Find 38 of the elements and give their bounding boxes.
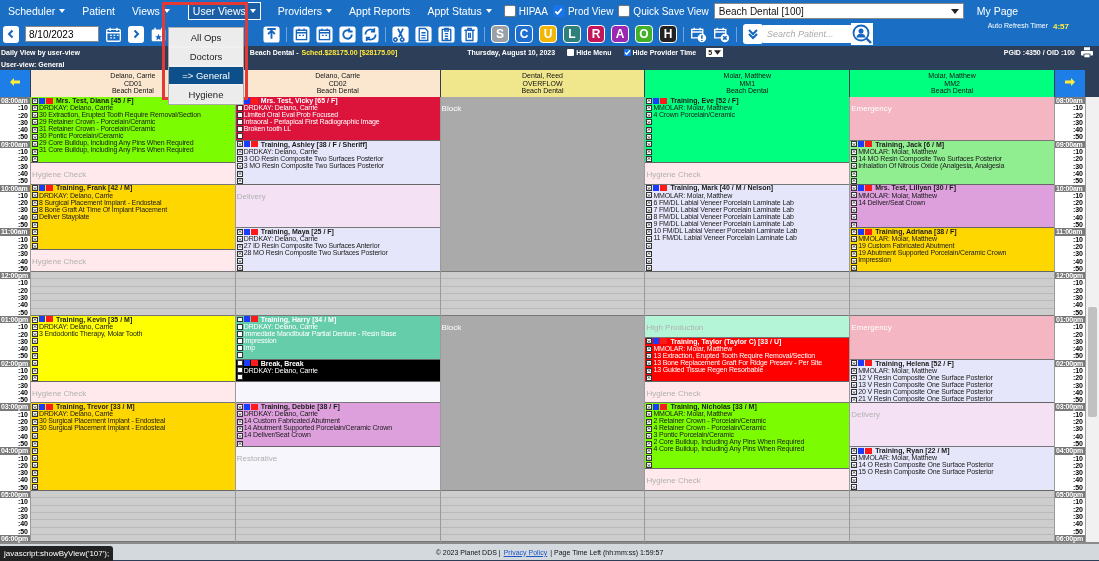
menu-item[interactable]: All Ops xyxy=(169,29,243,46)
block-label: Delivery xyxy=(850,410,881,420)
block-label: Hygiene Check xyxy=(645,169,701,179)
block-label: Block xyxy=(440,322,462,332)
status-tooltip: javascript:showByView('107'); xyxy=(0,546,114,561)
block-label: Hygiene Check xyxy=(31,388,87,398)
block-label: Delivery xyxy=(235,191,266,201)
block-label: Hygiene Check xyxy=(31,257,87,267)
filter-letter-button[interactable]: R xyxy=(587,25,605,43)
checkbox-label: Prod View xyxy=(567,5,614,17)
menu-item[interactable]: Doctors xyxy=(169,48,243,65)
checkbox-label: HIPAA xyxy=(518,5,548,17)
block-label: Block xyxy=(440,104,462,113)
nav-menu-item[interactable]: Views xyxy=(127,2,175,20)
nav-menu-item[interactable]: Appt Reports xyxy=(344,2,416,20)
filter-letter-button[interactable]: L xyxy=(563,25,581,43)
office-select[interactable]: Beach Dental [100] xyxy=(713,3,964,19)
block-label: High Production xyxy=(645,322,704,332)
date-field[interactable]: 8/10/2023 xyxy=(25,26,99,42)
block-label: Restorative xyxy=(235,454,278,464)
search-field[interactable]: Search Patient... xyxy=(763,25,851,43)
my-page-link[interactable]: My Page xyxy=(971,2,1024,20)
filter-letter-button[interactable]: A xyxy=(611,25,629,43)
checkbox-label: Quick Save View xyxy=(633,5,709,17)
block-label: Emergency xyxy=(850,322,892,332)
block-label: Emergency xyxy=(850,104,892,113)
nav-menu-item[interactable]: Providers xyxy=(272,2,338,20)
block-label: Hygiene Check xyxy=(645,388,701,398)
nav-menu-item[interactable]: Appt Status xyxy=(422,2,497,20)
filter-letter-button[interactable]: H xyxy=(659,25,677,43)
block-label: Hygiene Check xyxy=(645,476,701,486)
menu-item[interactable]: => General xyxy=(169,67,243,84)
nav-menu-item[interactable]: Scheduler xyxy=(3,2,71,20)
nav-menu-item[interactable]: Patient xyxy=(77,2,120,20)
refresh-countdown: 4:57 xyxy=(1053,22,1069,31)
block-label: Hygiene Check xyxy=(31,169,87,179)
filter-letter-button[interactable]: C xyxy=(515,25,533,43)
menu-item[interactable]: Hygiene xyxy=(169,86,243,103)
